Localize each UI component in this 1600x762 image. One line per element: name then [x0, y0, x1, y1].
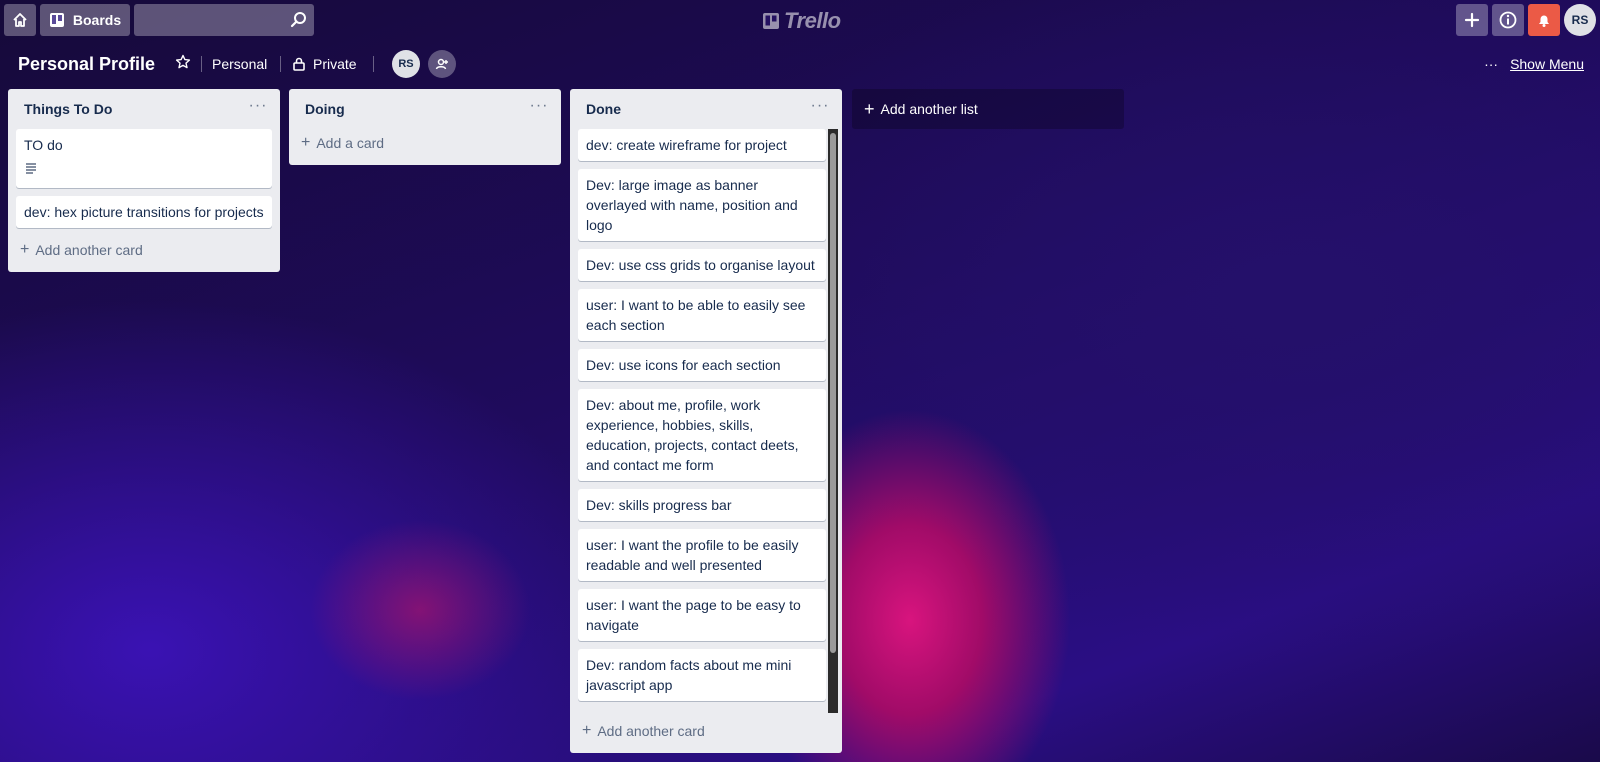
card[interactable]: user: I want to be able to easily see ea… — [578, 289, 826, 341]
board-title[interactable]: Personal Profile — [18, 54, 155, 75]
plus-icon: + — [582, 722, 592, 739]
boards-button[interactable]: Boards — [40, 4, 130, 36]
list-header: Doing ··· — [289, 89, 561, 129]
search-icon[interactable] — [290, 11, 308, 29]
add-card-label: Add another card — [35, 242, 143, 258]
description-icon — [26, 163, 36, 174]
trello-logo-icon — [763, 13, 779, 29]
card-title: Dev: use css grids to organise layout — [586, 257, 815, 273]
create-button[interactable] — [1456, 4, 1488, 36]
home-icon — [13, 13, 27, 27]
card[interactable]: Dev: random facts about me mini javascri… — [578, 649, 826, 701]
star-icon[interactable] — [175, 54, 191, 70]
boards-label: Boards — [72, 12, 122, 28]
card-title: dev: hex picture transitions for project… — [24, 204, 264, 220]
list-done: Done ··· dev: create wireframe for proje… — [570, 89, 842, 753]
info-button[interactable] — [1492, 4, 1524, 36]
add-card-button[interactable]: + Add another card — [16, 236, 272, 264]
list-title[interactable]: Things To Do — [24, 101, 112, 117]
search-input[interactable] — [134, 4, 290, 34]
card[interactable]: dev: create wireframe for project — [578, 129, 826, 161]
list-title[interactable]: Doing — [305, 101, 345, 117]
add-member-icon — [435, 58, 448, 70]
invite-button[interactable] — [428, 50, 456, 78]
home-button[interactable] — [4, 4, 36, 36]
member-avatar[interactable]: RS — [392, 50, 420, 78]
divider — [373, 56, 374, 72]
board-header: Personal Profile Personal Private RS ···… — [0, 44, 1600, 84]
card-title: Dev: random facts about me mini javascri… — [586, 657, 792, 693]
list-things-to-do: Things To Do ··· TO do dev: hex picture … — [8, 89, 280, 272]
top-header: Boards Trello RS — [0, 0, 1600, 40]
card[interactable]: dev: hex picture transitions for project… — [16, 196, 272, 228]
info-icon — [1499, 11, 1517, 29]
plus-icon: + — [301, 134, 311, 151]
list-header: Things To Do ··· — [8, 89, 280, 129]
card-title: Dev: use icons for each section — [586, 357, 781, 373]
list-header: Done ··· — [570, 89, 842, 129]
list-doing: Doing ··· + Add a card — [289, 89, 561, 165]
search-box — [134, 4, 314, 36]
card[interactable]: TO do — [16, 129, 272, 188]
list-menu-button[interactable]: ··· — [808, 97, 832, 117]
trello-logo[interactable]: Trello — [762, 8, 841, 34]
card[interactable]: Dev: use icons for each section — [578, 349, 826, 381]
card[interactable]: user: I want the profile to be easily re… — [578, 529, 826, 581]
plus-icon: + — [864, 98, 875, 119]
add-card-label: Add another card — [597, 723, 705, 739]
card-title: user: I want to be able to easily see ea… — [586, 297, 806, 333]
visibility-label: Private — [313, 56, 357, 72]
list-menu-button[interactable]: ··· — [527, 97, 551, 117]
show-menu-button[interactable]: ··· Show Menu — [1484, 56, 1584, 72]
card-title: TO do — [24, 137, 63, 153]
show-menu-label: Show Menu — [1510, 56, 1584, 72]
plus-icon: + — [20, 241, 30, 258]
more-icon: ··· — [1484, 56, 1499, 72]
card-title: dev: create wireframe for project — [586, 137, 787, 153]
card-title: user: I want the profile to be easily re… — [586, 537, 799, 573]
notifications-button[interactable] — [1528, 4, 1560, 36]
card[interactable]: Dev: use css grids to organise layout — [578, 249, 826, 281]
add-card-label: Add a card — [316, 135, 385, 151]
user-avatar[interactable]: RS — [1564, 4, 1596, 36]
add-card-button[interactable]: + Add a card — [297, 129, 553, 157]
card-title: Dev: about me, profile, work experience,… — [586, 397, 799, 473]
add-list-button[interactable]: + Add another list — [852, 89, 1124, 129]
card[interactable]: user: I want the page to be easy to navi… — [578, 589, 826, 641]
list-menu-button[interactable]: ··· — [246, 97, 270, 117]
divider — [201, 56, 202, 72]
boards-icon — [49, 13, 64, 27]
list-title[interactable]: Done — [586, 101, 621, 117]
lock-icon — [293, 57, 305, 71]
card[interactable]: Dev: skills progress bar — [578, 489, 826, 521]
card-title: Dev: large image as banner overlayed wit… — [586, 177, 798, 233]
scrollbar[interactable] — [828, 129, 838, 713]
card-title: Dev: skills progress bar — [586, 497, 732, 513]
bell-icon — [1539, 15, 1549, 27]
done-cards-scroll[interactable]: dev: create wireframe for project Dev: l… — [570, 129, 842, 713]
card[interactable]: Dev: about me, profile, work experience,… — [578, 389, 826, 481]
logo-text: Trello — [784, 8, 841, 33]
team-button[interactable]: Personal — [212, 56, 267, 72]
plus-icon — [1464, 12, 1480, 28]
visibility-button[interactable]: Private — [293, 56, 357, 72]
divider — [280, 56, 281, 72]
card[interactable]: Dev: large image as banner overlayed wit… — [578, 169, 826, 241]
scrollbar-thumb[interactable] — [830, 133, 836, 653]
add-card-button[interactable]: + Add another card — [578, 717, 834, 745]
card-title: user: I want the page to be easy to navi… — [586, 597, 801, 633]
add-list-label: Add another list — [880, 101, 978, 117]
